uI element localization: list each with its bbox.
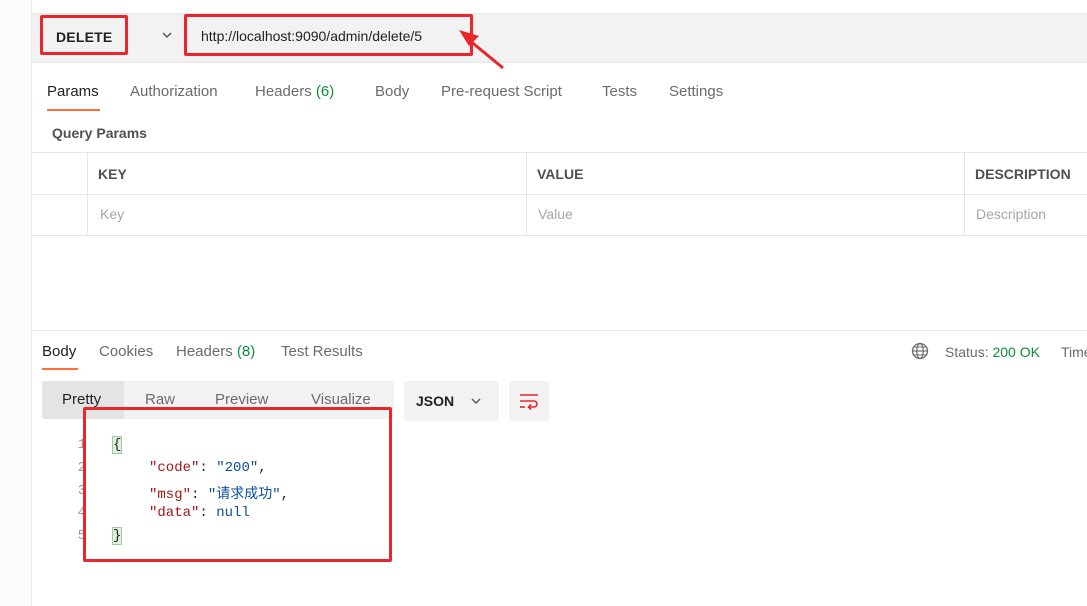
- chevron-down-icon[interactable]: [160, 28, 174, 42]
- response-divider: [32, 330, 1087, 331]
- status-label: Status: 200 OK: [945, 344, 1040, 360]
- description-input[interactable]: Description: [976, 206, 1046, 222]
- view-mode-pretty[interactable]: Pretty: [62, 391, 101, 408]
- tab-settings[interactable]: Settings: [669, 83, 723, 100]
- method-select[interactable]: DELETE: [56, 29, 112, 45]
- tab-pre-request-script[interactable]: Pre-request Script: [441, 83, 562, 100]
- left-strip: [0, 0, 32, 606]
- chevron-down-icon: [471, 398, 481, 404]
- view-mode-raw[interactable]: Raw: [145, 391, 175, 408]
- response-tab-headers[interactable]: Headers (8): [176, 343, 255, 360]
- time-label: Time: [1061, 344, 1087, 360]
- table-divider: [87, 152, 88, 236]
- tab-authorization[interactable]: Authorization: [130, 83, 218, 100]
- view-mode-visualize[interactable]: Visualize: [311, 391, 371, 408]
- column-header-value: VALUE: [537, 166, 584, 182]
- table-divider: [964, 152, 965, 236]
- key-input[interactable]: Key: [100, 206, 124, 222]
- active-tab-indicator: [47, 109, 100, 111]
- table-divider: [526, 152, 527, 236]
- url-input[interactable]: http://localhost:9090/admin/delete/5: [201, 28, 422, 44]
- status-badge: 200 OK: [992, 344, 1040, 360]
- wrap-lines-icon: [520, 394, 538, 411]
- column-header-description: DESCRIPTION: [975, 166, 1071, 182]
- annotation-arrow-icon: [459, 30, 504, 70]
- tab-params[interactable]: Params: [47, 83, 99, 100]
- tab-body[interactable]: Body: [375, 83, 409, 100]
- tab-tests[interactable]: Tests: [602, 83, 637, 100]
- value-input[interactable]: Value: [538, 206, 573, 222]
- format-select-label: JSON: [416, 393, 455, 409]
- tab-headers[interactable]: Headers (6): [255, 83, 334, 100]
- response-tab-cookies[interactable]: Cookies: [99, 343, 153, 360]
- active-response-tab-indicator: [42, 368, 78, 370]
- response-tab-test-results[interactable]: Test Results: [281, 343, 363, 360]
- query-params-title: Query Params: [52, 125, 147, 141]
- view-mode-preview[interactable]: Preview: [215, 391, 268, 408]
- table-divider: [32, 194, 1087, 195]
- table-divider: [32, 235, 1087, 236]
- code-annotation-box: [83, 407, 392, 562]
- globe-icon[interactable]: [911, 342, 929, 360]
- column-header-key: KEY: [98, 166, 127, 182]
- response-tab-body[interactable]: Body: [42, 343, 76, 360]
